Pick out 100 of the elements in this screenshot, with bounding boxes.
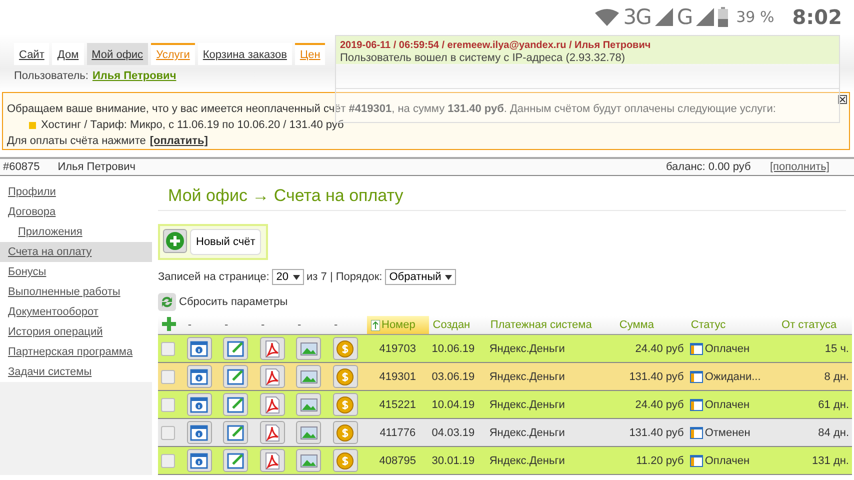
pdf-icon [263,340,282,358]
info-icon [190,396,208,414]
new-invoice-button[interactable]: Новый счёт [190,229,262,255]
edit-icon [226,452,245,470]
coin-button[interactable] [332,365,358,388]
pay-link[interactable]: [оплатить] [150,133,208,149]
edit-icon [226,396,245,414]
reset-button[interactable]: Сбросить параметры [158,292,854,312]
column-header: - [334,319,338,331]
coin-icon [336,368,354,386]
battery-icon [718,7,728,27]
image-icon [300,396,318,414]
pdf-icon [263,368,282,386]
image-icon [300,340,318,358]
checkbox[interactable] [161,398,175,412]
table-cell: 24.40 руб [635,398,684,410]
edit-button[interactable] [223,337,248,360]
edit-button[interactable] [223,421,248,444]
dropdown[interactable]: 20 [272,269,304,285]
coin-button[interactable] [332,421,358,444]
wifi-icon [595,8,620,26]
caret-icon [292,274,300,280]
table-cell: 04.03.19 [432,426,475,438]
pay-text: Для оплаты счёта нажмите [7,134,146,149]
table-cell: 30.01.19 [432,454,475,466]
status-text: Оплачен [704,398,750,410]
dropdown[interactable]: Обратный [385,269,456,285]
network-label: 3G [623,5,651,29]
signal-icon [654,8,673,26]
sidebar-item[interactable]: Счета на оплату [0,242,152,262]
window-icon [690,454,703,466]
nav-tab[interactable]: Мой офис [86,43,148,65]
window-icon [690,342,703,354]
table-cell: Яндекс.Деньги [489,370,565,382]
sidebar-item[interactable]: История операций [0,322,152,342]
info-button[interactable] [186,421,212,444]
table-cell: 03.06.19 [432,370,475,382]
image-button[interactable] [296,337,322,360]
square-bullet-icon [29,122,36,128]
edit-button[interactable] [223,393,248,416]
coin-button[interactable] [332,337,358,360]
image-button[interactable] [296,449,322,472]
sidebar-item[interactable]: Договора [0,202,152,222]
info-button[interactable] [186,393,212,416]
image-button[interactable] [296,393,322,416]
nav-tab[interactable]: Корзина заказов [198,43,292,65]
image-button[interactable] [296,365,322,388]
account-id: #60875 [3,161,40,173]
per-page-label: Записей на странице: [158,271,270,283]
close-icon[interactable] [838,95,847,104]
sidebar-item[interactable]: Партнерская программа [0,342,152,362]
pdf-button[interactable] [260,449,285,472]
pdf-button[interactable] [260,337,285,360]
add-button[interactable] [163,229,187,253]
nav-tab[interactable]: Дом [52,43,84,65]
pdf-icon [263,452,282,470]
coin-button[interactable] [332,449,358,472]
info-button[interactable] [186,365,212,388]
pdf-icon [263,396,282,414]
checkbox[interactable] [161,342,175,356]
sidebar-item[interactable]: Приложения [0,222,152,242]
table-cell: 8 дн. [824,370,849,382]
edit-button[interactable] [223,449,248,472]
user-link[interactable]: Илья Петрович [92,70,176,82]
user-label: Пользователь: [14,70,88,82]
table-cell: 408795 [379,454,416,466]
balance-text: баланс: 0.00 руб [666,161,752,173]
pdf-button[interactable] [260,421,285,444]
status-text: Оплачен [704,454,750,466]
edit-button[interactable] [223,365,248,388]
coin-button[interactable] [332,393,358,416]
notification-header: 2019-06-11 / 06:59:54 / eremeew.ilya@yandex.ru / Илья Петрович [340,40,652,52]
image-button[interactable] [296,421,322,444]
sidebar-item[interactable]: Профили [0,182,152,202]
coin-icon [336,340,354,358]
pdf-button[interactable] [260,393,285,416]
nav-tab[interactable]: Сайт [14,43,50,65]
status-text: Отменен [704,426,750,438]
table-cell: 131.40 руб [629,426,684,438]
checkbox[interactable] [161,426,175,440]
sidebar-item[interactable]: Выполненные работы [0,282,152,302]
table-cell: 419301 [379,370,416,382]
image-icon [300,424,318,442]
table-cell: Яндекс.Деньги [489,426,565,438]
table-cell: 61 дн. [818,398,849,410]
sidebar-item[interactable]: Документооборот [0,302,152,322]
table-cell: 419703 [379,342,416,354]
pdf-button[interactable] [260,365,285,388]
info-icon [190,424,208,442]
column-header: - [260,319,265,331]
checkbox[interactable] [161,370,175,384]
sidebar-item[interactable]: Бонусы [0,262,152,282]
table-cell: 411776 [380,426,416,438]
sidebar-item[interactable]: Задачи системы [0,362,152,382]
info-button[interactable] [186,337,212,360]
checkbox[interactable] [161,454,175,468]
topup-link[interactable]: [пополнить] [770,161,854,173]
page-title: Мой офис → Счета на оплату [158,182,846,211]
info-button[interactable] [186,449,212,472]
table-cell: 10.04.19 [432,398,475,410]
